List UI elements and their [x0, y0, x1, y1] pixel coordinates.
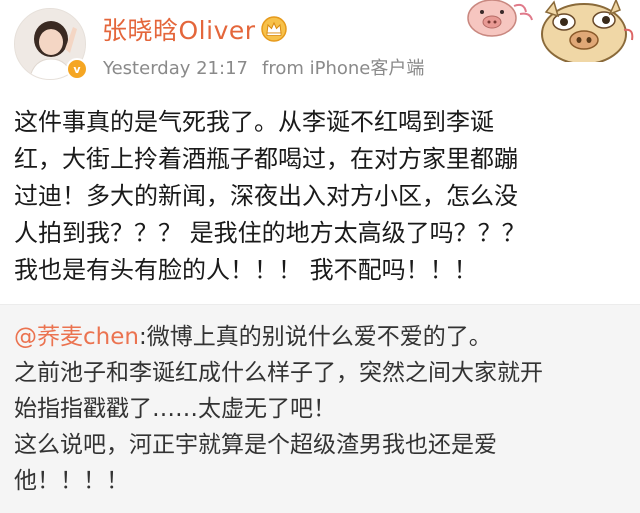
repost-box[interactable]: @荞麦chen:微博上真的别说什么爱不爱的了。 之前池子和李诞红成什么样子了，突…: [0, 304, 640, 513]
post-body-line: 这件事真的是气死我了。从李诞不红喝到李诞: [14, 108, 494, 136]
username-row: 张晓晗Oliver: [102, 12, 288, 46]
post-body-line: 我也是有头有脸的人！！！ 我不配吗！！！: [14, 256, 478, 284]
post-body-line: 过迪！多大的新闻，深夜出入对方小区，怎么没: [14, 182, 518, 210]
verified-badge: v: [66, 58, 88, 80]
repost-line: 始指指戳戳了……太虚无了吧！: [14, 396, 336, 422]
post-body-line: 红，大街上拎着酒瓶子都喝过，在对方家里都蹦: [14, 145, 518, 173]
post-body: 这件事真的是气死我了。从李诞不红喝到李诞 红，大街上拎着酒瓶子都喝过，在对方家里…: [14, 104, 626, 289]
post-meta: Yesterday 21:17 from iPhone客户端: [103, 54, 424, 80]
weibo-post-card: v 张晓晗Oliver Yesterday 21:17 from iPhone客户…: [0, 0, 640, 513]
repost-line: 之前池子和李诞红成什么样子了，突然之间大家就开: [14, 360, 543, 386]
repost-text: @荞麦chen:微博上真的别说什么爱不爱的了。 之前池子和李诞红成什么样子了，突…: [14, 319, 626, 499]
post-time[interactable]: Yesterday 21:17: [103, 58, 248, 79]
post-source: from iPhone客户端: [261, 58, 425, 79]
repost-line: 他！！！！: [14, 468, 129, 494]
avatar-container[interactable]: v: [14, 8, 88, 80]
cartoon-pig-sticker-icon: [467, 0, 634, 62]
post-header: v 张晓晗Oliver Yesterday 21:17 from iPhone客户…: [0, 0, 640, 92]
author-name[interactable]: 张晓晗Oliver: [102, 11, 256, 47]
repost-mention-link[interactable]: @荞麦chen: [14, 324, 139, 350]
repost-line: 这么说吧，河正宇就算是个超级渣男我也还是爱: [14, 432, 497, 458]
crown-icon[interactable]: [260, 15, 288, 43]
repost-first-line-text: :微博上真的别说什么爱不爱的了。: [138, 324, 492, 350]
repost-first-line: @荞麦chen:微博上真的别说什么爱不爱的了。: [14, 319, 626, 355]
post-body-line: 人拍到我？？？ 是我住的地方太高级了吗？？？: [14, 219, 526, 247]
